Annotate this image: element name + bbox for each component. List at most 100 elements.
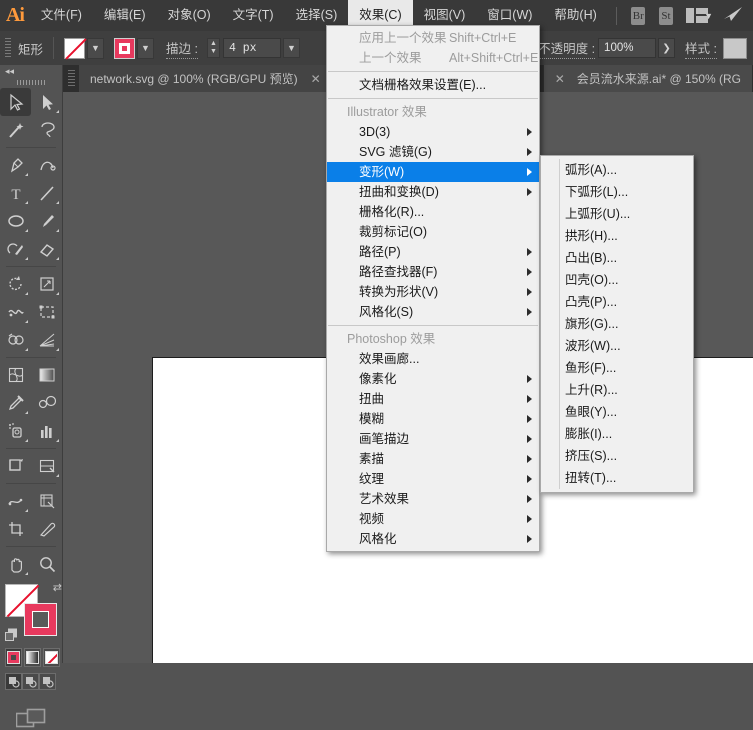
effects-menu-item[interactable]: 艺术效果 <box>327 489 539 509</box>
paper-plane-icon[interactable] <box>723 6 743 25</box>
symbol-sprayer-tool[interactable] <box>0 417 31 445</box>
warp-menu-item[interactable]: 波形(W)... <box>541 335 693 357</box>
swap-fill-stroke-icon[interactable]: ⇄ <box>53 581 62 594</box>
gradient-tool[interactable] <box>31 361 62 389</box>
effects-menu-item[interactable]: 纹理 <box>327 469 539 489</box>
close-icon[interactable]: ✕ <box>311 72 321 86</box>
menu-8[interactable]: 帮助(H) <box>543 0 607 31</box>
double-chevron-left-icon[interactable]: ◂◂ <box>0 65 62 77</box>
default-fill-stroke-icon[interactable] <box>5 628 19 642</box>
effects-menu-item[interactable]: 栅格化(R)... <box>327 202 539 222</box>
effects-menu-item[interactable]: 变形(W) <box>327 162 539 182</box>
opacity-chevron-right-icon[interactable]: ❯ <box>658 38 676 58</box>
draw-inside-mode[interactable] <box>39 673 56 690</box>
effects-menu-item[interactable]: 扭曲 <box>327 389 539 409</box>
warp-menu-item[interactable]: 弧形(A)... <box>541 159 693 181</box>
effects-menu-item[interactable]: 视频 <box>327 509 539 529</box>
effects-menu-item[interactable]: 画笔描边 <box>327 429 539 449</box>
shaper-tool[interactable] <box>0 235 31 263</box>
effects-menu-item[interactable]: 素描 <box>327 449 539 469</box>
lasso-tool[interactable] <box>31 116 62 144</box>
free-transform-tool[interactable] <box>31 298 62 326</box>
type-tool[interactable]: T <box>0 179 31 207</box>
paintbrush-tool[interactable] <box>31 207 62 235</box>
knife-tool[interactable] <box>31 515 62 543</box>
curvature-tool[interactable] <box>31 151 62 179</box>
rotate-tool[interactable] <box>0 270 31 298</box>
ellipse-tool[interactable] <box>0 207 31 235</box>
control-bar-grip[interactable] <box>5 38 11 58</box>
effects-menu-item[interactable]: 路径查找器(F) <box>327 262 539 282</box>
change-screen-mode[interactable] <box>0 708 62 730</box>
shape-builder-tool[interactable] <box>0 326 31 354</box>
effects-menu-item[interactable]: 文档栅格效果设置(E)... <box>327 75 539 95</box>
zoom-tool[interactable] <box>31 550 62 578</box>
scale-tool[interactable] <box>31 270 62 298</box>
pen-tool[interactable] <box>0 151 31 179</box>
fill-dropdown-chevron-down-icon[interactable]: ▼ <box>87 37 105 59</box>
warp-menu-item[interactable]: 鱼眼(Y)... <box>541 401 693 423</box>
document-tab-2[interactable]: ✕ 会员流水来源.ai* @ 150% (RG <box>543 65 753 92</box>
artboard-tool[interactable] <box>0 452 31 480</box>
workspace-layout-icon[interactable] <box>685 8 708 23</box>
menu-1[interactable]: 编辑(E) <box>93 0 157 31</box>
perspective-grid-tool[interactable] <box>31 326 62 354</box>
magic-wand-tool[interactable] <box>0 116 31 144</box>
stroke-width-input[interactable]: 4 px <box>222 38 281 58</box>
effects-menu-item[interactable]: 路径(P) <box>327 242 539 262</box>
direct-selection-tool[interactable] <box>31 88 62 116</box>
menu-0[interactable]: 文件(F) <box>30 0 93 31</box>
stroke-dropdown-chevron-down-icon[interactable]: ▼ <box>137 37 155 59</box>
effects-menu-item[interactable]: 扭曲和变换(D) <box>327 182 539 202</box>
tab-bar-grip[interactable] <box>68 70 75 87</box>
warp-menu-item[interactable]: 上弧形(U)... <box>541 203 693 225</box>
warp-menu-item[interactable]: 下弧形(L)... <box>541 181 693 203</box>
bridge-button[interactable]: Br <box>631 6 646 25</box>
stock-button[interactable]: St <box>659 6 673 25</box>
column-graph-tool[interactable] <box>31 417 62 445</box>
warp-menu-item[interactable]: 凹壳(O)... <box>541 269 693 291</box>
tools-panel-grip[interactable] <box>0 77 62 88</box>
fill-none-swatch[interactable] <box>64 37 86 59</box>
warp-menu-item[interactable]: 挤压(S)... <box>541 445 693 467</box>
none-mode[interactable] <box>43 648 60 667</box>
menu-2[interactable]: 对象(O) <box>157 0 222 31</box>
stroke-stepper-arrows-icon[interactable]: ▲ ▼ <box>206 38 220 58</box>
opacity-input[interactable]: 100% <box>598 38 657 58</box>
eyedropper-tool[interactable] <box>0 389 31 417</box>
effects-menu-item[interactable]: 风格化(S) <box>327 302 539 322</box>
draw-behind-mode[interactable] <box>22 673 39 690</box>
graphic-style-swatch[interactable] <box>723 37 747 59</box>
color-mode[interactable] <box>5 648 22 667</box>
close-icon[interactable]: ✕ <box>555 72 565 86</box>
effects-menu-item[interactable]: 转换为形状(V) <box>327 282 539 302</box>
effects-menu-item[interactable]: 像素化 <box>327 369 539 389</box>
effects-menu-item[interactable]: 模糊 <box>327 409 539 429</box>
width-tool[interactable] <box>0 298 31 326</box>
gradient-mode[interactable] <box>24 648 41 667</box>
effects-menu-dropdown[interactable]: 应用上一个效果 Shift+Ctrl+E 上一个效果 Alt+Shift+Ctrl+E… <box>326 25 540 552</box>
stroke-color-large-swatch[interactable] <box>24 603 57 636</box>
effects-menu-item[interactable]: 3D(3) <box>327 122 539 142</box>
warp-menu-item[interactable]: 扭转(T)... <box>541 467 693 489</box>
blend-tool[interactable] <box>31 389 62 417</box>
effects-menu-item[interactable]: SVG 滤镜(G) <box>327 142 539 162</box>
slice-tool[interactable] <box>31 452 62 480</box>
warp-menu-item[interactable]: 凸壳(P)... <box>541 291 693 313</box>
warp-menu-item[interactable]: 凸出(B)... <box>541 247 693 269</box>
crop-tool[interactable] <box>0 515 31 543</box>
print-tiling-tool[interactable] <box>31 487 62 515</box>
warp-menu-item[interactable]: 鱼形(F)... <box>541 357 693 379</box>
line-segment-tool[interactable] <box>31 179 62 207</box>
effects-menu-item[interactable]: 裁剪标记(O) <box>327 222 539 242</box>
warp-submenu[interactable]: 弧形(A)... 下弧形(L)... 上弧形(U)... 拱形(H)... 凸出(B).… <box>540 155 694 493</box>
effects-menu-item[interactable]: 效果画廊... <box>327 349 539 369</box>
warp-menu-item[interactable]: 上升(R)... <box>541 379 693 401</box>
mesh-tool[interactable] <box>0 361 31 389</box>
stroke-preset-chevron-down-icon[interactable]: ▼ <box>282 38 300 58</box>
warp-menu-item[interactable]: 旗形(G)... <box>541 313 693 335</box>
selection-tool[interactable] <box>0 88 31 116</box>
eraser-tool[interactable] <box>31 235 62 263</box>
menu-3[interactable]: 文字(T) <box>222 0 285 31</box>
hand-tool[interactable] <box>0 550 31 578</box>
